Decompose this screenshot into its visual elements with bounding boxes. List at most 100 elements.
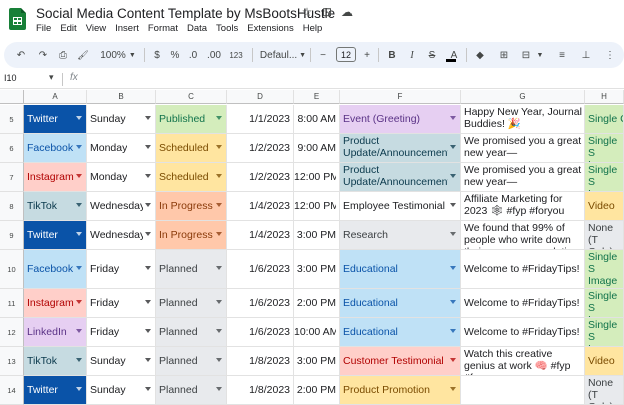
platform-chip[interactable]: LinkedIn (24, 318, 87, 347)
menu-item-format[interactable]: Format (148, 23, 178, 34)
font-select[interactable]: Defaul... ▼ (260, 47, 306, 63)
media-type-chip[interactable]: None (T Only) (585, 376, 624, 405)
chevron-down-icon[interactable] (145, 329, 151, 333)
chevron-down-icon[interactable] (216, 300, 222, 304)
content-type-chip[interactable]: Event (Greeting) (340, 105, 461, 134)
column-header-a[interactable]: A (24, 90, 87, 104)
time-cell[interactable]: 12:00 PM (294, 163, 340, 192)
status-chip[interactable]: Planned (156, 376, 227, 405)
media-type-chip[interactable]: Single S Image (585, 318, 624, 347)
chevron-down-icon[interactable] (145, 266, 151, 270)
date-cell[interactable]: 1/6/2023 (227, 289, 294, 318)
chevron-down-icon[interactable] (216, 203, 222, 207)
menu-item-help[interactable]: Help (303, 23, 323, 34)
chevron-down-icon[interactable] (450, 266, 456, 270)
date-cell[interactable]: 1/6/2023 (227, 318, 294, 347)
row-header[interactable]: 10 (0, 250, 24, 289)
paint-format-icon[interactable]: 🖌 (76, 47, 90, 63)
content-type-chip[interactable]: Educational (340, 289, 461, 318)
media-type-chip[interactable]: None (T Only) (585, 221, 624, 250)
content-type-chip[interactable]: Research (340, 221, 461, 250)
merge-cells-icon[interactable]: ⊟ (520, 47, 532, 63)
time-cell[interactable]: 10:00 AM (294, 318, 340, 347)
time-cell[interactable]: 12:00 PM (294, 192, 340, 221)
row-header[interactable]: 9 (0, 221, 24, 250)
borders-icon[interactable]: ⊞ (498, 47, 510, 63)
chevron-down-icon[interactable] (145, 203, 151, 207)
row-header[interactable]: 6 (0, 134, 24, 163)
chevron-down-icon[interactable] (450, 116, 456, 120)
chevron-down-icon[interactable] (76, 358, 82, 362)
chevron-down-icon[interactable]: ▾ (49, 72, 54, 83)
row-header[interactable]: 12 (0, 318, 24, 347)
time-cell[interactable]: 3:00 PM (294, 250, 340, 289)
select-all-corner[interactable] (0, 90, 24, 104)
chevron-down-icon[interactable] (450, 358, 456, 362)
font-size-increase-button[interactable]: + (362, 47, 372, 63)
strikethrough-button[interactable]: S (426, 47, 438, 63)
date-cell[interactable]: 1/1/2023 (227, 105, 294, 134)
fill-color-icon[interactable]: ◆ (474, 47, 486, 63)
column-header-g[interactable]: G (461, 90, 585, 104)
chevron-down-icon[interactable] (450, 203, 456, 207)
caption-cell[interactable]: We found that 99% of people who write do… (461, 221, 585, 250)
cloud-icon[interactable]: ☁ (340, 5, 354, 19)
chevron-down-icon[interactable] (450, 387, 456, 391)
status-chip[interactable]: Scheduled (156, 134, 227, 163)
platform-chip[interactable]: Twitter (24, 376, 87, 405)
chevron-down-icon[interactable] (216, 174, 222, 178)
undo-icon[interactable]: ↶ (14, 47, 28, 63)
media-type-chip[interactable]: Single S Image (585, 289, 624, 318)
content-type-chip[interactable]: Product Update/Announcement (340, 134, 461, 163)
day-cell[interactable]: Wednesday (87, 192, 156, 221)
media-type-chip[interactable]: Video (585, 192, 624, 221)
date-cell[interactable]: 1/4/2023 (227, 221, 294, 250)
date-cell[interactable]: 1/2/2023 (227, 134, 294, 163)
column-header-c[interactable]: C (156, 90, 227, 104)
column-header-d[interactable]: D (227, 90, 294, 104)
menu-item-tools[interactable]: Tools (216, 23, 238, 34)
caption-cell[interactable] (461, 376, 585, 405)
menu-item-file[interactable]: File (36, 23, 51, 34)
content-type-chip[interactable]: Educational (340, 250, 461, 289)
platform-chip[interactable]: Instagram (24, 289, 87, 318)
media-type-chip[interactable]: Single S Image (585, 134, 624, 163)
day-cell[interactable]: Sunday (87, 347, 156, 376)
percent-format-button[interactable]: % (170, 47, 180, 63)
font-size-decrease-button[interactable]: − (318, 47, 328, 63)
column-header-b[interactable]: B (87, 90, 156, 104)
chevron-down-icon[interactable] (216, 232, 222, 236)
platform-chip[interactable]: Instagram (24, 163, 87, 192)
column-header-f[interactable]: F (340, 90, 461, 104)
platform-chip[interactable]: Twitter (24, 221, 87, 250)
content-type-chip[interactable]: Customer Testimonial (340, 347, 461, 376)
print-icon[interactable]: ⎙ (56, 47, 70, 63)
chevron-down-icon[interactable] (450, 174, 456, 178)
chevron-down-icon[interactable] (76, 329, 82, 333)
caption-cell[interactable]: Happy New Year, Journal Buddies! 🎉 (461, 105, 585, 134)
date-cell[interactable]: 1/2/2023 (227, 163, 294, 192)
date-cell[interactable]: 1/8/2023 (227, 376, 294, 405)
chevron-down-icon[interactable] (76, 232, 82, 236)
status-chip[interactable]: Published (156, 105, 227, 134)
currency-format-button[interactable]: $ (152, 47, 162, 63)
time-cell[interactable]: 9:00 AM (294, 134, 340, 163)
increase-decimal-button[interactable]: .00 (204, 47, 224, 63)
chevron-down-icon[interactable] (216, 329, 222, 333)
valign-icon[interactable]: ⊥ (580, 47, 592, 63)
column-header-h[interactable]: H (585, 90, 624, 104)
date-cell[interactable]: 1/6/2023 (227, 250, 294, 289)
date-cell[interactable]: 1/8/2023 (227, 347, 294, 376)
caption-cell[interactable]: Welcome to #FridayTips! (461, 250, 585, 289)
chevron-down-icon[interactable] (145, 232, 151, 236)
italic-button[interactable]: I (406, 47, 418, 63)
font-size-input[interactable]: 12 (336, 47, 356, 62)
day-cell[interactable]: Monday (87, 134, 156, 163)
chevron-down-icon[interactable] (145, 387, 151, 391)
chevron-down-icon[interactable] (216, 116, 222, 120)
status-chip[interactable]: Planned (156, 250, 227, 289)
day-cell[interactable]: Wednesday (87, 221, 156, 250)
chevron-down-icon[interactable] (76, 387, 82, 391)
chevron-down-icon[interactable] (145, 145, 151, 149)
status-chip[interactable]: In Progress (156, 221, 227, 250)
